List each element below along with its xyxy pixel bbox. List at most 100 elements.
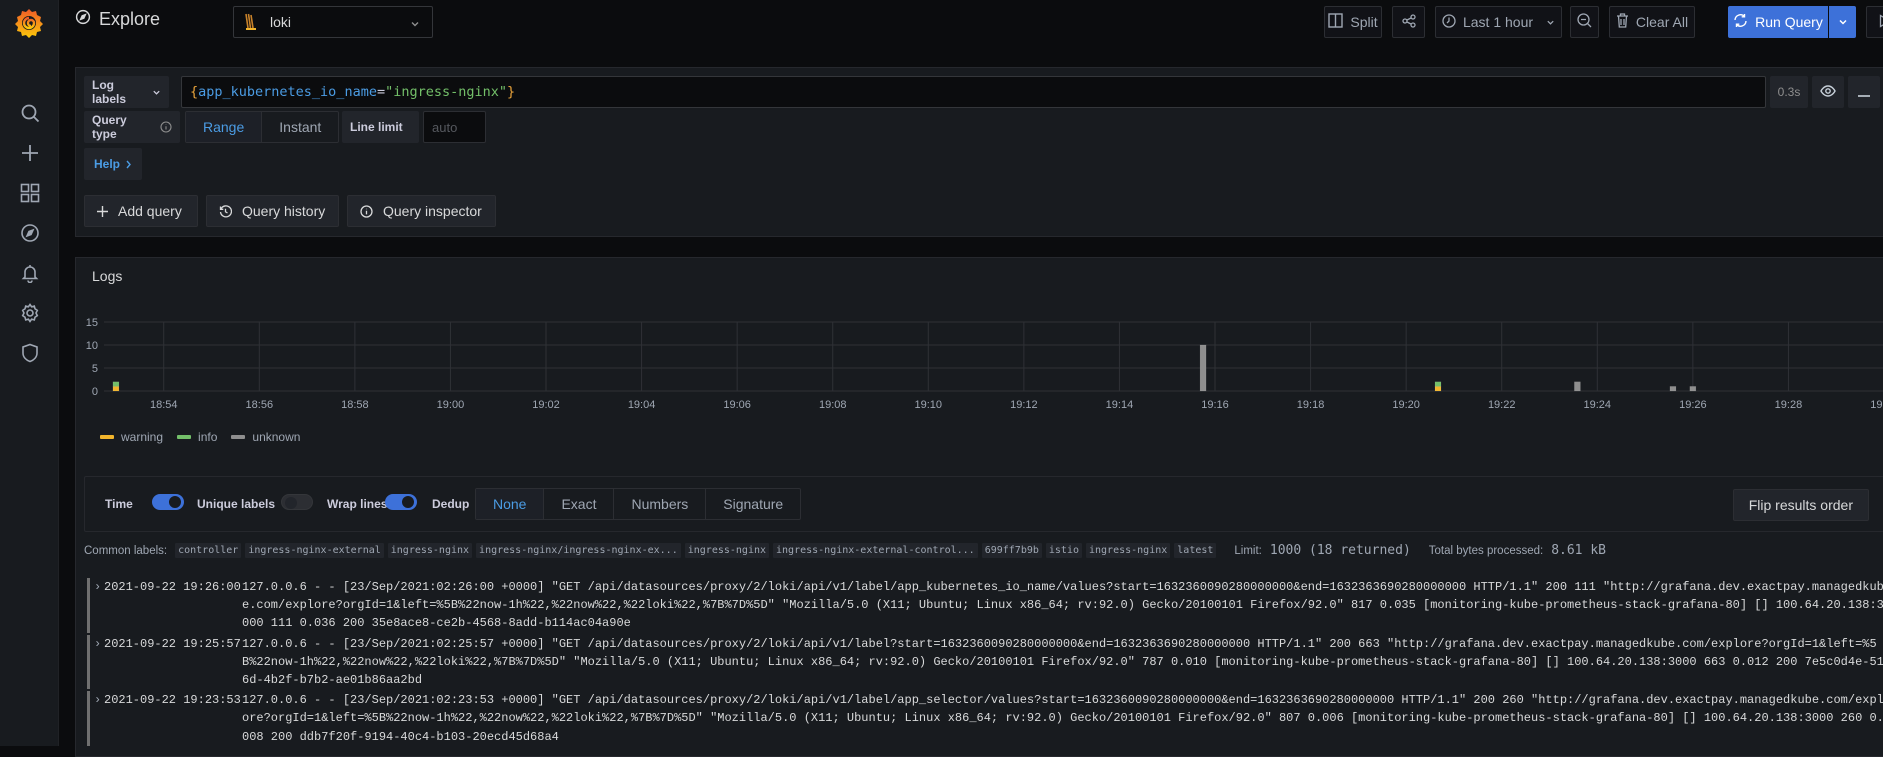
- dedup-none[interactable]: None: [476, 489, 545, 519]
- x-tick-label: 18:56: [246, 399, 274, 411]
- info-circle-icon[interactable]: [160, 121, 172, 133]
- zoom-out-button[interactable]: [1570, 6, 1599, 38]
- minus-icon: [1858, 85, 1870, 100]
- datasource-picker[interactable]: loki: [233, 6, 433, 38]
- bar-info: [1434, 381, 1442, 387]
- time-range-picker[interactable]: Last 1 hour: [1435, 6, 1562, 38]
- clear-all-button[interactable]: Clear All: [1609, 6, 1695, 38]
- legend-item-unknown[interactable]: unknown: [231, 430, 300, 444]
- dedup-exact[interactable]: Exact: [544, 489, 615, 519]
- loki-logo-icon: [244, 13, 258, 31]
- query-type-label: Query type: [92, 113, 127, 141]
- common-label-chip: latest: [1174, 543, 1217, 558]
- chevron-right-icon: ›: [94, 636, 102, 651]
- dedup-signature[interactable]: Signature: [706, 489, 800, 519]
- log-row[interactable]: › 2021-09-22 19:23:53 127.0.0.6 - - [23/…: [87, 691, 1883, 746]
- time-toggle[interactable]: [152, 494, 184, 510]
- x-tick-label: 19:26: [1679, 399, 1707, 411]
- clear-all-label: Clear All: [1635, 14, 1689, 30]
- chevron-down-icon: [410, 16, 420, 32]
- log-row[interactable]: › 2021-09-22 19:25:57 127.0.0.6 - - [23/…: [87, 634, 1883, 690]
- unique-labels-toggle[interactable]: [281, 494, 313, 510]
- toggle-query-visibility-button[interactable]: [1812, 76, 1844, 108]
- page-title-text: Explore: [99, 9, 161, 29]
- help-label: Help: [94, 157, 121, 171]
- y-tick-label: 10: [86, 340, 98, 352]
- query-history-button[interactable]: Query history: [206, 195, 339, 227]
- x-tick-label: 19:00: [437, 399, 465, 411]
- legend-swatch: [100, 435, 114, 439]
- query-type-instant[interactable]: Instant: [262, 112, 338, 142]
- add-query-label: Add query: [118, 203, 182, 219]
- query-history-label: Query history: [242, 203, 326, 219]
- log-message: 127.0.0.6 - - [23/Sep/2021:02:23:53 +000…: [242, 693, 1883, 744]
- play-icon: [1879, 13, 1883, 31]
- common-label-chip: ingress-nginx/ingress-nginx-ex...: [476, 543, 681, 558]
- help-toggle[interactable]: Help: [84, 148, 143, 180]
- query-label-key: app_kubernetes_io_name: [198, 84, 377, 100]
- gear-icon[interactable]: [17, 300, 43, 326]
- dashboards-icon[interactable]: [17, 180, 43, 206]
- line-limit-input[interactable]: auto: [423, 111, 486, 143]
- common-label-chip: controller: [175, 543, 242, 558]
- x-tick-label: 19:14: [1106, 399, 1134, 411]
- x-tick-label: 19:08: [819, 399, 847, 411]
- legend-swatch: [177, 435, 192, 439]
- compass-icon[interactable]: [17, 220, 43, 246]
- y-tick-label: 0: [92, 386, 98, 398]
- wrap-lines-option-label: Wrap lines: [327, 497, 388, 511]
- run-query-button[interactable]: Run Query: [1728, 6, 1828, 38]
- limit-label: Limit:: [1234, 544, 1262, 557]
- legend-label: unknown: [252, 430, 301, 444]
- bar-info: [112, 381, 120, 387]
- search-icon[interactable]: [17, 100, 43, 126]
- chevron-right-icon: ›: [94, 580, 102, 594]
- legend-swatch: [231, 435, 246, 439]
- query-input[interactable]: {app_kubernetes_io_name = "ingress-nginx"}: [181, 76, 1766, 108]
- x-tick-label: 19:12: [1010, 399, 1038, 411]
- live-button[interactable]: Live: [1866, 6, 1883, 38]
- wrap-lines-toggle[interactable]: [385, 494, 417, 510]
- bell-icon[interactable]: [17, 260, 43, 286]
- share-button[interactable]: [1392, 6, 1425, 38]
- remove-query-button[interactable]: [1848, 76, 1880, 108]
- unique-labels-option-label: Unique labels: [197, 497, 276, 511]
- bar-unknown: [1689, 386, 1697, 392]
- add-query-button[interactable]: Add query: [84, 195, 198, 227]
- split-icon: [1328, 13, 1344, 31]
- query-duration: 0.3s: [1770, 76, 1808, 108]
- run-query-interval-dropdown[interactable]: [1829, 6, 1856, 38]
- x-tick-label: 19:04: [628, 399, 656, 411]
- grafana-logo-icon[interactable]: [12, 6, 46, 40]
- query-label-value: "ingress-nginx": [385, 84, 508, 100]
- x-tick-label: 18:58: [341, 399, 369, 411]
- log-row[interactable]: › 2021-09-22 19:26:00 127.0.0.6 - - [23/…: [87, 578, 1883, 633]
- datasource-name: loki: [270, 14, 292, 30]
- bar-unknown: [1199, 344, 1207, 392]
- logs-panel: Logs 0 5 10 15 18:54 18:56 18:58 19:00 19:02 19:0…: [75, 257, 1883, 757]
- log-labels-button[interactable]: Log labels: [84, 76, 169, 108]
- share-icon: [1401, 13, 1416, 31]
- x-tick-label: 18:54: [150, 399, 178, 411]
- split-button[interactable]: Split: [1324, 6, 1382, 38]
- log-message: 127.0.0.6 - - [23/Sep/2021:02:26:00 +000…: [242, 580, 1883, 631]
- legend-item-info[interactable]: info: [177, 430, 217, 444]
- query-type-range[interactable]: Range: [186, 112, 263, 142]
- query-type-selector: Range Instant: [185, 111, 340, 143]
- shield-icon[interactable]: [17, 340, 43, 366]
- time-range-label: Last 1 hour: [1462, 14, 1534, 30]
- line-limit-label: Line limit: [342, 111, 419, 143]
- flip-results-order-button[interactable]: Flip results order: [1732, 489, 1869, 521]
- plus-icon[interactable]: [17, 140, 43, 166]
- trash-icon: [1616, 13, 1629, 31]
- dedup-numbers[interactable]: Numbers: [614, 489, 707, 519]
- zoom-out-icon: [1577, 13, 1592, 31]
- y-tick-label: 5: [92, 363, 98, 375]
- common-label-chip: 699ff7b9b: [981, 543, 1042, 558]
- query-operator: =: [376, 84, 386, 100]
- dedup-option-label: Dedup: [432, 497, 470, 511]
- query-inspector-button[interactable]: Query inspector: [347, 195, 496, 227]
- x-tick-label: 19:20: [1392, 399, 1420, 411]
- time-option-label: Time: [105, 497, 133, 511]
- legend-item-warning[interactable]: warning: [100, 430, 163, 444]
